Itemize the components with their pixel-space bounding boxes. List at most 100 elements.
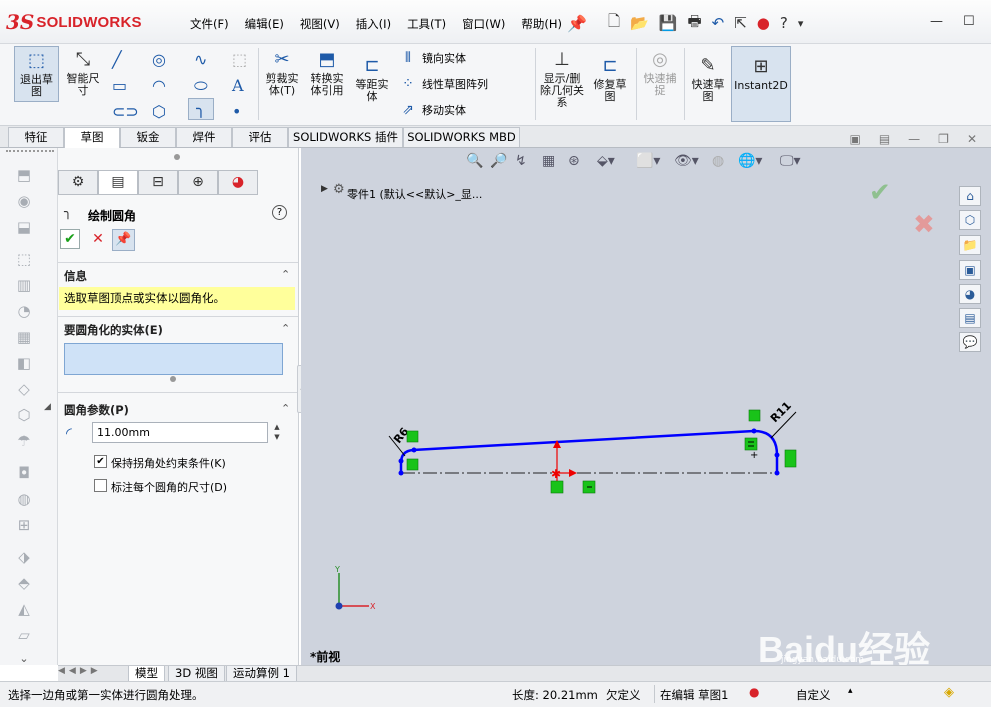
rapid-sketch-button[interactable]: ✎ 快速草图 [688, 56, 728, 103]
display-manager-tab-icon[interactable]: ◕ [218, 170, 258, 195]
tab-features[interactable]: 特征 [8, 127, 64, 147]
resize-grip-dot[interactable] [170, 376, 176, 382]
params-options-arrow-icon[interactable]: ◢ [44, 402, 51, 412]
menu-insert[interactable]: 插入(I) [356, 16, 391, 32]
radius-input[interactable]: 11.00mm [92, 422, 268, 443]
tab-3d-view[interactable]: 3D 视图 [168, 666, 225, 682]
entities-selection-box[interactable] [64, 343, 283, 375]
help-icon[interactable]: ? [780, 14, 788, 32]
tab-addins[interactable]: SOLIDWORKS 插件 [288, 127, 403, 147]
line-icon[interactable]: ╱ [112, 50, 122, 69]
rebuild-icon[interactable]: ● [757, 14, 770, 32]
text-icon[interactable]: A [232, 76, 244, 95]
new-file-icon[interactable]: 🗋 [608, 11, 620, 36]
fillet-icon[interactable]: ╮ [188, 98, 214, 120]
coincident-relation-icon[interactable] [550, 480, 564, 494]
shell-icon[interactable]: ⬡ [14, 406, 34, 424]
trim-entities-button[interactable]: ✂ 剪裁实体(T) [262, 50, 302, 97]
menu-file[interactable]: 文件(F) [190, 16, 229, 32]
undo-icon[interactable]: ↶ [712, 14, 725, 32]
help-question-icon[interactable]: ? [272, 205, 287, 220]
surface-icon[interactable]: ◭ [14, 600, 34, 618]
pin-icon[interactable]: 📌 [567, 11, 587, 35]
menu-tools[interactable]: 工具(T) [407, 16, 446, 32]
ellipse-icon[interactable]: ⬭ [194, 76, 208, 96]
tab-evaluate[interactable]: 评估 [232, 127, 288, 147]
equal-relation-icon[interactable] [744, 437, 758, 451]
doc-close-icon[interactable]: ✕ [967, 132, 977, 146]
tab-sheet-metal[interactable]: 钣金 [120, 127, 176, 147]
tangent-relation-icon[interactable] [784, 449, 797, 468]
property-manager-tab-icon[interactable]: ▤ [98, 170, 138, 195]
menu-view[interactable]: 视图(V) [300, 16, 340, 32]
sketch-point[interactable] [398, 458, 404, 464]
save-icon[interactable]: 💾 [659, 14, 678, 32]
params-header[interactable]: 圆角参数(P) [64, 402, 129, 418]
keep-visible-pin-icon[interactable]: 📌 [112, 229, 135, 251]
open-file-icon[interactable]: 📂 [630, 14, 649, 32]
arc-icon[interactable]: ◠ [152, 76, 166, 95]
tangent-relation-icon[interactable] [748, 409, 761, 422]
sketch-profile[interactable] [399, 429, 779, 473]
cut-icon[interactable]: ⬚ [14, 250, 34, 268]
sketch-point[interactable] [751, 428, 757, 434]
move-entities-button[interactable]: ⇗ 移动实体 [400, 102, 466, 118]
rebuild-status-icon[interactable]: ● [749, 685, 759, 699]
hole-icon[interactable]: ▥ [14, 276, 34, 294]
tab-weldments[interactable]: 焊件 [176, 127, 232, 147]
cancel-x-icon[interactable]: ✕ [88, 229, 108, 249]
tangent-relation-icon[interactable] [406, 430, 419, 443]
configuration-manager-tab-icon[interactable]: ⊟ [138, 170, 178, 195]
tab-mbd[interactable]: SOLIDWORKS MBD [403, 127, 520, 147]
maximize-icon[interactable]: ☐ [963, 14, 975, 29]
circle-icon[interactable]: ◎ [152, 50, 166, 69]
curves-icon[interactable]: ⬗ [14, 548, 34, 566]
keep-corner-checkbox[interactable]: ✔ [94, 455, 107, 468]
select-icon[interactable]: ⇱ [734, 14, 747, 32]
draft-icon[interactable]: ◇ [14, 380, 34, 398]
tile-icon[interactable]: ▤ [879, 132, 890, 146]
tab-sketch[interactable]: 草图 [64, 127, 120, 148]
extrude-icon[interactable]: ⬒ [14, 166, 34, 184]
rib-icon[interactable]: ◧ [14, 354, 34, 372]
options-icon[interactable]: ▾ [798, 17, 804, 30]
ref-geometry-icon[interactable]: ⊞ [14, 516, 34, 534]
sketch-point[interactable] [411, 447, 417, 453]
restore-icon[interactable]: ▣ [849, 132, 860, 146]
radius-spinner[interactable]: ▲ ▼ [270, 422, 284, 443]
intersect-icon[interactable]: ◍ [14, 490, 34, 508]
linear-pattern-button[interactable]: ⁘ 线性草图阵列 [400, 76, 488, 92]
sketch-point[interactable] [774, 470, 780, 476]
plane-icon[interactable]: ⬚ [232, 50, 247, 69]
offset-entities-button[interactable]: ⊏ 等距实体 [352, 56, 392, 103]
expand-chevron-icon[interactable]: ⌄ [14, 652, 34, 668]
collapse-params-chevron-icon[interactable]: ⌃ [281, 402, 290, 415]
quick-snaps-button[interactable]: ◎ 快速捕捉 [640, 50, 680, 97]
dome-icon[interactable]: ◘ [14, 464, 34, 482]
doc-minimize-icon[interactable]: — [908, 132, 920, 146]
tab-motion-study[interactable]: 运动算例 1 [226, 666, 297, 682]
dimension-r11-text[interactable]: R11 [768, 399, 794, 425]
menu-window[interactable]: 窗口(W) [462, 16, 505, 32]
sketch-point[interactable] [774, 452, 780, 458]
dimension-r11[interactable]: R11 [768, 399, 797, 439]
feature-manager-tab-icon[interactable]: ⚙ [58, 170, 98, 195]
tab-model[interactable]: 模型 [128, 666, 165, 682]
tab-scroll-arrows-icon[interactable]: ◀◀▶▶ [58, 666, 102, 676]
entities-header[interactable]: 要圆角化的实体(E) [64, 322, 163, 338]
pattern-icon[interactable]: ▦ [14, 328, 34, 346]
mirror-entities-button[interactable]: ⫴ 镜向实体 [400, 50, 466, 66]
revolve-icon[interactable]: ◉ [14, 192, 34, 210]
instant2d-button[interactable]: ⊞ Instant2D [731, 46, 791, 122]
exit-sketch-button[interactable]: ⬚ 退出草图 [14, 46, 59, 102]
ok-check-icon[interactable]: ✔ [60, 229, 80, 249]
menu-edit[interactable]: 编辑(E) [245, 16, 284, 32]
print-icon[interactable]: 🖶 [687, 11, 701, 36]
tangent-relation-icon[interactable] [406, 458, 419, 471]
display-relations-button[interactable]: ⊥ 显示/删除几何关系 [540, 50, 584, 109]
doc-restore-icon[interactable]: ❐ [938, 132, 949, 146]
minimize-icon[interactable]: — [930, 14, 943, 29]
instant3d-icon[interactable]: ⬘ [14, 574, 34, 592]
notification-tag-icon[interactable]: ◈ [944, 685, 954, 700]
dimxpert-tab-icon[interactable]: ⊕ [178, 170, 218, 195]
